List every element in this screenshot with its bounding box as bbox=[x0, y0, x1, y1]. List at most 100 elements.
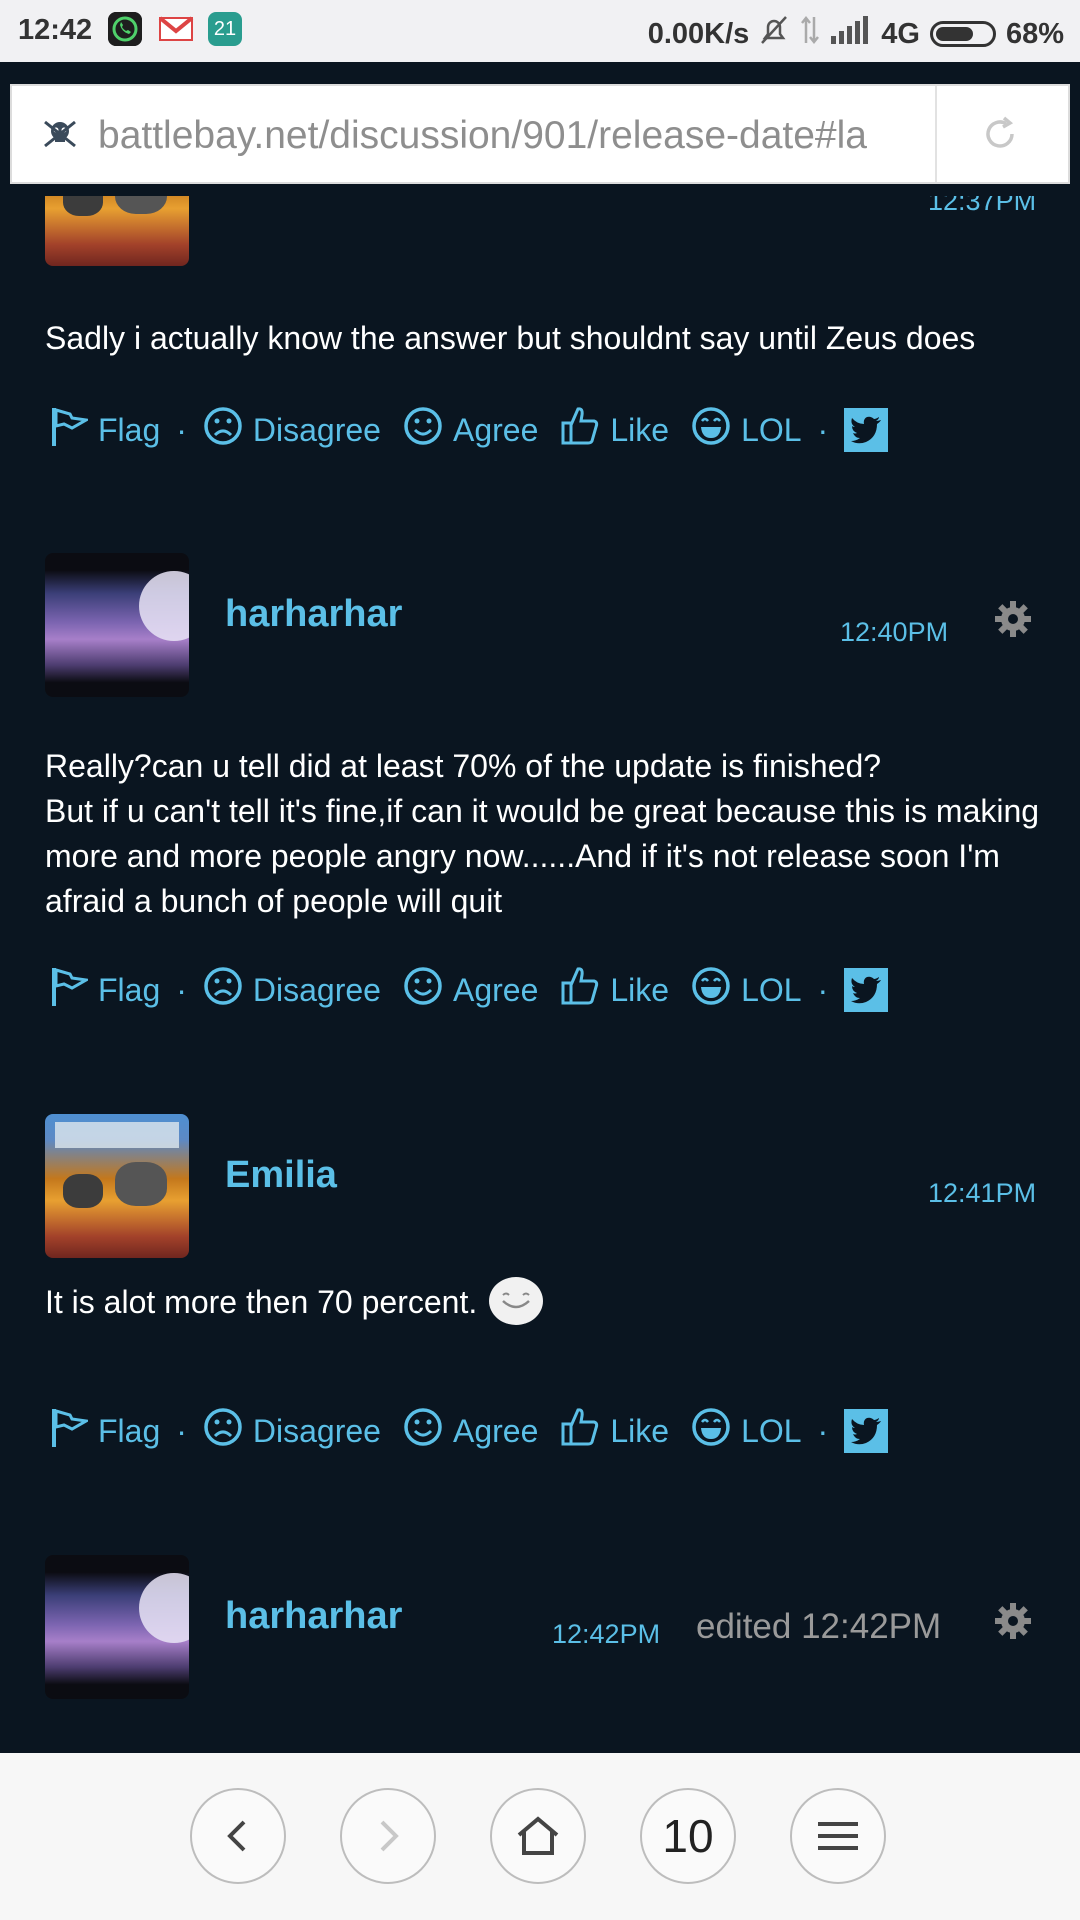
discussion-content: Emilia 12:37PM Sadly i actually know the… bbox=[0, 196, 1080, 1753]
frown-icon bbox=[203, 1407, 243, 1455]
post-author[interactable]: harharhar bbox=[225, 593, 402, 636]
post-time[interactable]: 12:40PM bbox=[840, 617, 948, 648]
avatar[interactable] bbox=[45, 1555, 189, 1699]
home-button[interactable] bbox=[490, 1788, 586, 1884]
flag-label: Flag bbox=[98, 411, 161, 448]
back-button[interactable] bbox=[190, 1788, 286, 1884]
separator: · bbox=[817, 411, 829, 448]
separator: · bbox=[817, 971, 829, 1008]
lol-button[interactable]: LOL bbox=[691, 966, 802, 1014]
post-text: It is alot more then 70 percent. bbox=[45, 1284, 478, 1320]
data-transfer-icon bbox=[799, 15, 821, 53]
tabs-button[interactable]: 10 bbox=[640, 1788, 736, 1884]
laugh-icon bbox=[691, 966, 731, 1014]
twitter-icon bbox=[851, 416, 882, 444]
reload-icon[interactable] bbox=[980, 114, 1020, 159]
post-body: It is alot more then 70 percent. bbox=[45, 1276, 1045, 1329]
disagree-label: Disagree bbox=[252, 411, 381, 448]
flag-button[interactable]: Flag bbox=[48, 964, 160, 1016]
gear-icon[interactable] bbox=[993, 599, 1033, 644]
lol-label: LOL bbox=[741, 971, 802, 1008]
twitter-share-button[interactable] bbox=[844, 968, 889, 1012]
network-type: 4G bbox=[881, 17, 920, 50]
frown-icon bbox=[203, 966, 243, 1014]
menu-button[interactable] bbox=[790, 1788, 886, 1884]
avatar[interactable] bbox=[45, 1114, 189, 1258]
thumbs-up-icon bbox=[560, 965, 600, 1015]
twitter-icon bbox=[851, 1417, 882, 1445]
forward-button[interactable] bbox=[340, 1788, 436, 1884]
smile-emoji-icon bbox=[489, 1276, 544, 1325]
avatar[interactable] bbox=[45, 196, 189, 266]
flag-icon bbox=[48, 1405, 91, 1457]
status-indicators: 0.00K/s 4G 68% bbox=[648, 14, 1064, 54]
reaction-bar: Flag · Disagree Agree Like LOL · bbox=[48, 402, 889, 458]
like-button[interactable]: Like bbox=[560, 965, 669, 1015]
lol-button[interactable]: LOL bbox=[691, 406, 802, 454]
browser-bottom-nav: 10 bbox=[0, 1753, 1080, 1920]
lol-button[interactable]: LOL bbox=[691, 1407, 802, 1455]
like-button[interactable]: Like bbox=[560, 1406, 669, 1456]
separator: · bbox=[176, 411, 187, 448]
edited-label: edited 12:42PM bbox=[696, 1607, 942, 1646]
like-button[interactable]: Like bbox=[560, 405, 669, 455]
calendar-icon: 21 bbox=[208, 12, 242, 46]
flag-label: Flag bbox=[98, 1412, 161, 1449]
flag-label: Flag bbox=[98, 971, 161, 1008]
post-header: harharhar 12:40PM bbox=[0, 553, 1080, 697]
flag-icon bbox=[48, 404, 91, 456]
post-body: Really?can u tell did at least 70% of th… bbox=[45, 748, 1040, 919]
battery-fill bbox=[935, 27, 973, 41]
post-time[interactable]: 12:37PM bbox=[928, 196, 1036, 217]
disagree-button[interactable]: Disagree bbox=[203, 406, 381, 454]
address-divider bbox=[935, 86, 937, 182]
status-time: 12:42 bbox=[18, 14, 93, 46]
post-author[interactable]: harharhar bbox=[225, 1595, 402, 1638]
post-header: harharhar 12:42PM edited 12:42PM bbox=[0, 1555, 1080, 1699]
gear-icon[interactable] bbox=[993, 1601, 1033, 1646]
post-time[interactable]: 12:41PM bbox=[928, 1178, 1036, 1209]
flag-button[interactable]: Flag bbox=[48, 404, 160, 456]
post-time[interactable]: 12:42PM bbox=[552, 1619, 660, 1650]
bell-muted-icon bbox=[759, 14, 789, 54]
disagree-button[interactable]: Disagree bbox=[203, 966, 381, 1014]
battery-icon bbox=[929, 21, 996, 47]
thumbs-up-icon bbox=[560, 1406, 600, 1456]
signal-icon bbox=[831, 16, 871, 52]
smile-icon bbox=[403, 966, 443, 1014]
flag-button[interactable]: Flag bbox=[48, 1405, 160, 1457]
laugh-icon bbox=[691, 406, 731, 454]
disagree-button[interactable]: Disagree bbox=[203, 1407, 381, 1455]
thumbs-up-icon bbox=[560, 405, 600, 455]
reaction-bar: Flag · Disagree Agree Like LOL · bbox=[48, 962, 889, 1018]
post-body: Sadly i actually know the answer but sho… bbox=[45, 320, 976, 356]
post-author[interactable]: Emilia bbox=[225, 196, 337, 205]
status-bar: 12:42 21 0.00K/s 4G 68% bbox=[0, 0, 1080, 62]
address-bar[interactable]: battlebay.net/discussion/901/release-dat… bbox=[10, 84, 1070, 184]
agree-button[interactable]: Agree bbox=[403, 1407, 538, 1455]
url-field[interactable]: battlebay.net/discussion/901/release-dat… bbox=[98, 114, 928, 158]
agree-label: Agree bbox=[452, 971, 539, 1008]
chevron-left-icon bbox=[227, 1820, 246, 1852]
disagree-label: Disagree bbox=[252, 971, 381, 1008]
smile-icon bbox=[403, 1407, 443, 1455]
reaction-bar: Flag · Disagree Agree Like LOL · bbox=[48, 1403, 889, 1459]
hamburger-menu-icon bbox=[818, 1822, 858, 1850]
frown-icon bbox=[203, 406, 243, 454]
avatar[interactable] bbox=[45, 553, 189, 697]
separator: · bbox=[817, 1412, 829, 1449]
battery-percent: 68% bbox=[1005, 17, 1064, 50]
twitter-share-button[interactable] bbox=[844, 1409, 889, 1453]
like-label: Like bbox=[610, 971, 670, 1008]
twitter-share-button[interactable] bbox=[844, 408, 889, 452]
agree-button[interactable]: Agree bbox=[403, 966, 538, 1014]
post-author[interactable]: Emilia bbox=[225, 1154, 337, 1197]
smile-icon bbox=[403, 406, 443, 454]
agree-button[interactable]: Agree bbox=[403, 406, 538, 454]
post-header: Emilia 12:41PM bbox=[0, 1114, 1080, 1258]
disagree-label: Disagree bbox=[252, 1412, 381, 1449]
home-icon bbox=[517, 1816, 559, 1855]
chevron-right-icon bbox=[380, 1820, 399, 1852]
separator: · bbox=[176, 971, 187, 1008]
like-label: Like bbox=[610, 411, 670, 448]
